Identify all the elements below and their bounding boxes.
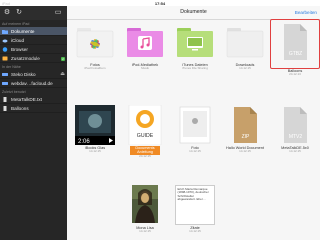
file-item-balloons[interactable]: GTBZ Balloons 24.12.13 [270, 19, 320, 84]
file-item-zip[interactable]: ZIP Hallo World Document 14.12.15 [220, 105, 270, 167]
document-icon: MTV2 [284, 107, 307, 143]
sidebar-item-label: Balloons [11, 106, 29, 111]
file-item-zitate[interactable]: Erich Maria Remarque (1898-1970), deutsc… [170, 185, 220, 240]
new-folder-icon[interactable]: ▭ [54, 9, 62, 17]
clock: 17:54 [154, 0, 166, 6]
file-item-guide[interactable]: GUIDE Documents Anleitung 24.12.15 [120, 105, 170, 167]
file-item-photos[interactable]: Fotos iPad Fotoalbum [70, 22, 120, 84]
folder-icon [2, 30, 8, 34]
server-icon [2, 82, 8, 85]
sidebar-item-steko[interactable]: Steko Disko ⏏ [0, 70, 67, 79]
file-item-mtv[interactable]: MTV2 MetaTalkDE.5x0 14.12.15 [270, 105, 320, 167]
file-meta: 14.12.15 [89, 149, 101, 153]
file-extension: MTV2 [289, 134, 303, 140]
sidebar-item-recent-2[interactable]: Balloons [0, 104, 67, 113]
doc-icon [3, 97, 7, 102]
file-meta: 14.12.15 [189, 149, 201, 153]
file-item-ipod[interactable]: iPod-Mediathek Musik [120, 22, 170, 84]
photos-folder-icon [76, 28, 114, 58]
page-title: Dokumente [180, 9, 207, 15]
file-extension: ZIP [242, 134, 250, 140]
section-header-ipad: Auf meinem iPad [2, 22, 30, 26]
refresh-icon[interactable]: ↻ [15, 9, 23, 17]
puzzle-icon [2, 56, 8, 61]
sidebar: ⚙ ↻ ▭ Auf meinem iPad Dokumente iCloud B… [0, 6, 67, 240]
text-preview: Erich Maria Remarque (1898-1970), deutsc… [175, 185, 215, 225]
file-meta: iTunes File Sharing [182, 66, 208, 70]
sidebar-item-icloud[interactable]: iCloud [0, 36, 67, 45]
sidebar-item-label: MetaTalkDE.txt [11, 97, 42, 102]
sidebar-item-label: Steko Disko [11, 72, 36, 77]
music-folder-icon [127, 28, 163, 57]
downloads-folder-icon [226, 28, 264, 58]
file-item-downloads[interactable]: Downloads 14.12.15 [220, 22, 270, 84]
itunes-folder-icon [177, 28, 213, 57]
gear-icon[interactable]: ⚙ [3, 9, 11, 17]
sidebar-item-documents[interactable]: Dokumente [0, 27, 67, 36]
sidebar-item-label: Browser [11, 47, 28, 52]
file-meta: 14.12.15 [289, 149, 301, 153]
sidebar-item-label: Zusatzmodule [11, 56, 40, 61]
sidebar-toolbar: ⚙ ↻ ▭ [0, 6, 67, 20]
sidebar-item-browser[interactable]: Browser [0, 45, 67, 54]
wifi-icon [2, 73, 8, 76]
file-item-foto[interactable]: Foto 14.12.15 [170, 105, 220, 167]
text-preview-content: Erich Maria Remarque (1898-1970), deutsc… [177, 186, 209, 202]
cloud-icon [2, 39, 8, 43]
file-item-mona-lisa[interactable]: Mona Lisa 14.12.15 [120, 185, 170, 240]
section-header-network: In der Nähe [2, 65, 21, 69]
file-meta: 14.12.15 [189, 229, 201, 233]
section-header-recent: Zuletzt benutzt [2, 90, 26, 94]
file-item-video[interactable]: 2:06 iBooks Glas 14.12.15 [70, 105, 120, 167]
zip-icon: ZIP [234, 107, 257, 143]
painting-thumbnail [132, 185, 158, 223]
video-thumbnail: 2:06 [75, 105, 115, 145]
document-icon: GTBZ [284, 24, 307, 60]
file-meta: 24.12.13 [289, 72, 301, 76]
file-meta: 14.12.15 [239, 149, 251, 153]
file-meta: 24.12.15 [139, 154, 151, 158]
edit-button[interactable]: Bearbeiten [295, 10, 317, 15]
video-duration: 2:06 [78, 139, 90, 145]
guide-icon: GUIDE [128, 105, 162, 145]
file-meta: 14.12.15 [139, 229, 151, 233]
file-meta: 14.12.15 [239, 66, 251, 70]
sidebar-item-addons[interactable]: Zusatzmodule 2 [0, 54, 67, 63]
file-extension: GTBZ [289, 51, 302, 57]
nav-bar: Dokumente Bearbeiten [67, 6, 320, 20]
sidebar-item-label: webdav…facloud.de [11, 81, 53, 86]
file-meta: iPad Fotoalbum [84, 66, 106, 70]
sidebar-item-label: iCloud [11, 38, 25, 43]
guide-caption: GUIDE [137, 133, 154, 139]
globe-icon [2, 47, 8, 52]
sidebar-item-webdav[interactable]: webdav…facloud.de [0, 79, 67, 88]
doc-icon [3, 106, 7, 111]
sidebar-item-recent-1[interactable]: MetaTalkDE.txt [0, 95, 67, 104]
file-item-itunes[interactable]: iTunes Dateien iTunes File Sharing [170, 22, 220, 84]
count-badge: 2 [61, 56, 65, 61]
eject-icon[interactable]: ⏏ [60, 70, 65, 78]
main-pane: Dokumente Bearbeiten Fotos iPad Fotoalbu… [67, 6, 320, 240]
sidebar-item-label: Dokumente [11, 29, 35, 34]
file-meta: Musik [141, 66, 149, 70]
photo-thumbnail [179, 106, 211, 144]
